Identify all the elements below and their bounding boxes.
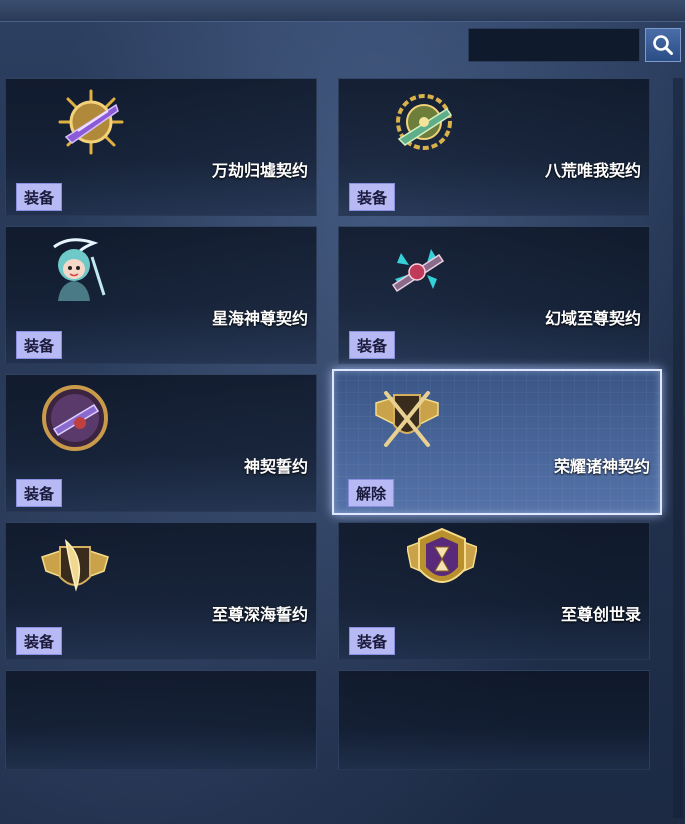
equip-button[interactable]: 装备 [16, 183, 62, 211]
contract-card[interactable]: 八荒唯我契约 装备 [338, 78, 650, 216]
green-gold-weapon-icon [396, 94, 453, 150]
empty-slot [338, 670, 650, 770]
equip-button[interactable]: 装备 [349, 183, 395, 211]
contract-name: 星海神尊契约 [211, 311, 308, 328]
equip-button[interactable]: 装备 [16, 331, 62, 359]
contract-card[interactable]: 至尊创世录 装备 [338, 522, 650, 660]
top-bar [0, 0, 685, 22]
contract-card[interactable]: 幻域至尊契约 装备 [338, 226, 650, 364]
contract-card[interactable]: 万劫归墟契约 装备 [5, 78, 317, 216]
empty-slot [5, 670, 317, 770]
equip-button[interactable]: 装备 [16, 479, 62, 507]
hourglass-badge-icon [407, 527, 477, 583]
contract-grid: 万劫归墟契约 装备 八荒唯我契约 装备 星海神尊契约 装备 幻域至尊契约 装备 … [5, 78, 670, 824]
equip-button[interactable]: 装备 [16, 627, 62, 655]
crossed-swords-shield-icon [375, 391, 439, 447]
equip-button[interactable]: 装备 [349, 331, 395, 359]
chibi-character-icon [53, 238, 106, 301]
search-input[interactable] [468, 28, 640, 62]
scrollbar[interactable] [673, 78, 683, 818]
contract-card[interactable]: 神契誓约 装备 [5, 374, 317, 512]
contract-name: 荣耀诸神契约 [553, 459, 650, 476]
purple-gold-weapon-icon [58, 89, 124, 155]
unequip-button[interactable]: 解除 [348, 479, 394, 507]
search-button[interactable] [645, 28, 681, 62]
contract-card[interactable]: 星海神尊契约 装备 [5, 226, 317, 364]
contract-name: 万劫归墟契约 [211, 163, 308, 180]
cyan-crystal-weapon-icon [391, 249, 445, 293]
equip-button[interactable]: 装备 [349, 627, 395, 655]
contract-name: 神契誓约 [243, 459, 308, 476]
contract-card-selected[interactable]: 荣耀诸神契约 解除 [332, 369, 662, 515]
search-icon [653, 35, 673, 55]
contract-name: 幻域至尊契约 [544, 311, 641, 328]
gold-winged-shield-icon [41, 539, 109, 592]
contract-name: 至尊创世录 [560, 607, 641, 624]
contract-name: 八荒唯我契约 [544, 163, 641, 180]
round-purple-emblem-icon [42, 385, 108, 451]
contract-card[interactable]: 至尊深海誓约 装备 [5, 522, 317, 660]
contract-name: 至尊深海誓约 [211, 607, 308, 624]
